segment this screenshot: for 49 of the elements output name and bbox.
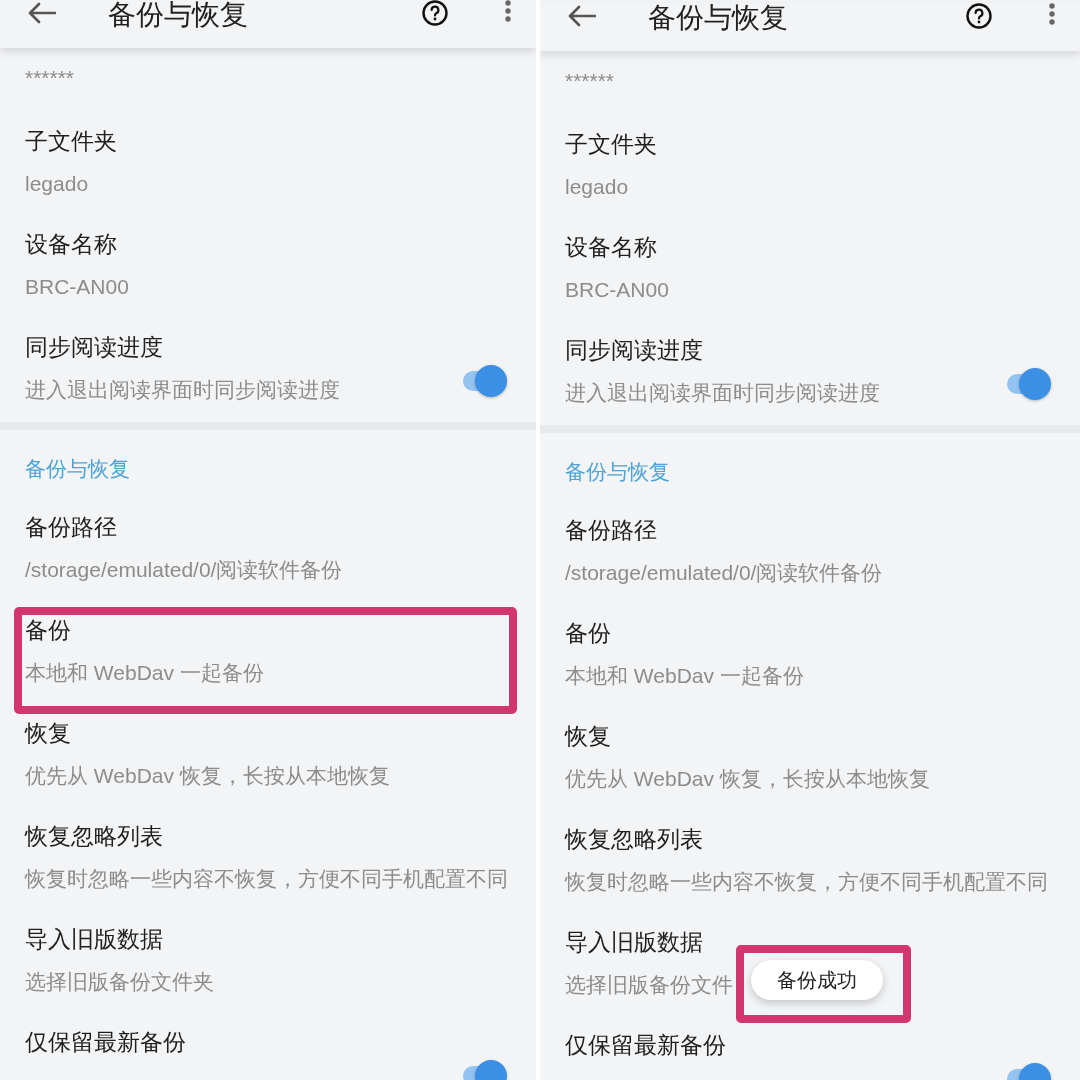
more-options-icon[interactable] — [1049, 3, 1055, 25]
toast-message: 备份成功 — [751, 960, 883, 1000]
screen-title: 备份与恢复 — [648, 3, 789, 33]
setting-title: 恢复 — [25, 719, 71, 748]
section-header: 备份与恢复 — [25, 456, 130, 482]
setting-title: 导入旧版数据 — [565, 928, 703, 957]
setting-title: 设备名称 — [565, 233, 657, 262]
setting-summary: legado — [565, 174, 629, 200]
setting-title: 恢复 — [565, 722, 611, 751]
toggle-switch[interactable] — [463, 365, 507, 397]
setting-summary: 优先从 WebDav 恢复，长按从本地恢复 — [25, 763, 390, 789]
setting-title: 仅保留最新备份 — [565, 1031, 726, 1060]
setting-summary: 本地和 WebDav 一起备份 — [25, 660, 264, 686]
setting-title: 同步阅读进度 — [25, 333, 163, 362]
setting-title: 子文件夹 — [565, 130, 657, 159]
setting-title: 备份 — [565, 619, 611, 648]
section-header: 备份与恢复 — [565, 459, 670, 485]
setting-title: 恢复忽略列表 — [25, 822, 163, 851]
setting-title: 同步阅读进度 — [565, 336, 703, 365]
setting-title: 备份路径 — [25, 513, 117, 542]
setting-summary: 恢复时忽略一些内容不恢复，方便不同手机配置不同 — [25, 866, 508, 892]
setting-title: 子文件夹 — [25, 127, 117, 156]
setting-summary: 选择旧版备份文件 — [565, 972, 733, 998]
setting-summary: /storage/emulated/0/阅读软件备份 — [565, 560, 883, 586]
setting-summary: BRC-AN00 — [565, 277, 669, 303]
toggle-switch[interactable] — [1007, 368, 1051, 400]
setting-title: 备份路径 — [565, 516, 657, 545]
setting-value: ****** — [565, 68, 615, 94]
setting-summary: legado — [25, 171, 89, 197]
help-icon[interactable] — [422, 0, 448, 26]
setting-title: 仅保留最新备份 — [25, 1028, 186, 1057]
help-icon[interactable] — [966, 3, 992, 29]
setting-summary: 进入退出阅读界面时同步阅读进度 — [565, 380, 880, 406]
setting-summary: 进入退出阅读界面时同步阅读进度 — [25, 377, 340, 403]
setting-title: 设备名称 — [25, 230, 117, 259]
setting-summary: 本地和 WebDav 一起备份 — [565, 663, 804, 689]
setting-title: 恢复忽略列表 — [565, 825, 703, 854]
arrow-left-icon[interactable] — [568, 5, 596, 27]
more-options-icon[interactable] — [505, 0, 511, 22]
setting-summary: 恢复时忽略一些内容不恢复，方便不同手机配置不同 — [565, 869, 1048, 895]
setting-title: 导入旧版数据 — [25, 925, 163, 954]
screen-title: 备份与恢复 — [108, 0, 249, 30]
setting-summary: 优先从 WebDav 恢复，长按从本地恢复 — [565, 766, 930, 792]
arrow-left-icon[interactable] — [28, 2, 56, 24]
setting-title: 备份 — [25, 616, 71, 645]
setting-summary: /storage/emulated/0/阅读软件备份 — [25, 557, 343, 583]
setting-value: ****** — [25, 65, 75, 91]
setting-summary: 选择旧版备份文件夹 — [25, 969, 214, 995]
setting-summary: BRC-AN00 — [25, 274, 129, 300]
